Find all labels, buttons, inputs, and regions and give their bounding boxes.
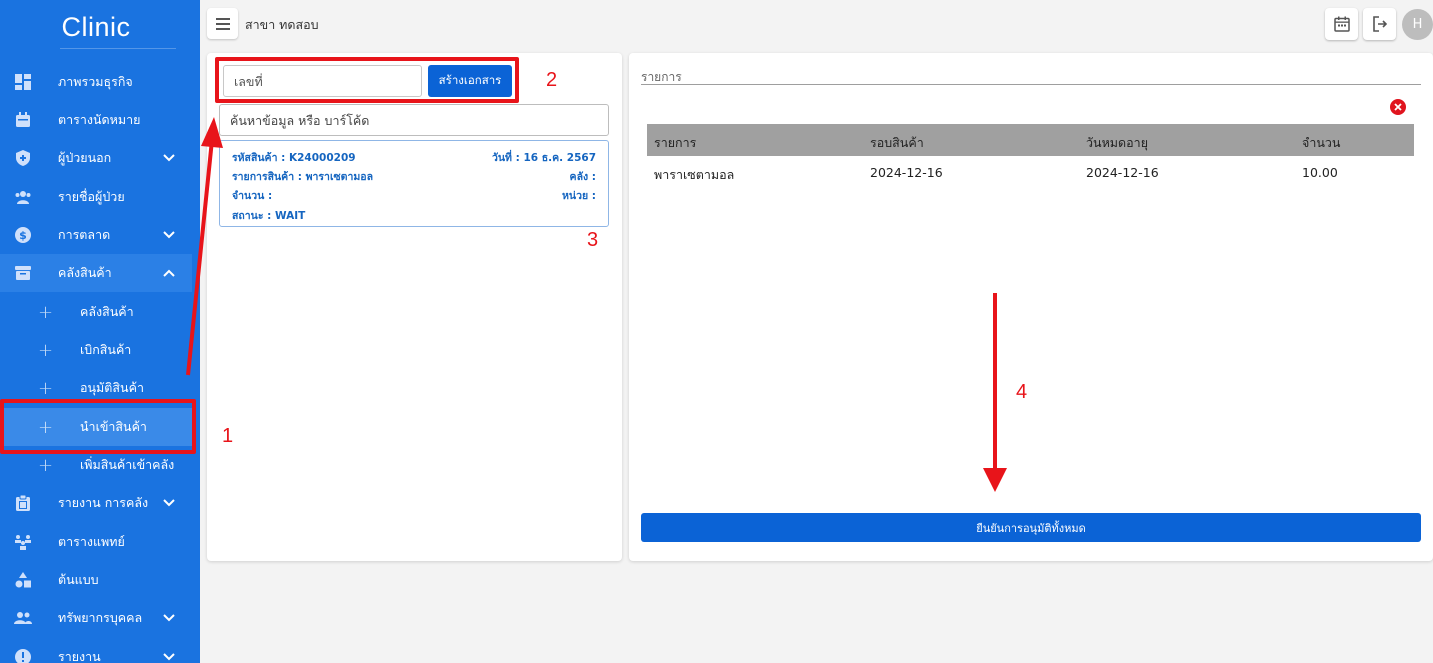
sidebar-item-doctor-schedule[interactable]: ตารางแพทย์ xyxy=(0,523,192,561)
sidebar-subitem-label: คลังสินค้า xyxy=(80,304,134,319)
svg-text:$: $ xyxy=(19,229,27,242)
annotation-number-4: 4 xyxy=(1016,381,1028,403)
sidebar-item-inventory-report[interactable]: รายงาน การคลัง xyxy=(0,484,192,522)
plus-icon: + xyxy=(38,454,54,476)
product-code: รหัสสินค้า : K24000209 xyxy=(232,152,356,164)
shapes-icon xyxy=(14,571,32,589)
archive-icon xyxy=(14,264,32,282)
sidebar-item-dashboard[interactable]: ภาพรวมธุรกิจ xyxy=(0,63,192,101)
annotation-number-1: 1 xyxy=(222,425,234,447)
sidebar-item-reports[interactable]: รายงาน xyxy=(0,638,192,663)
chevron-down-icon xyxy=(163,154,175,162)
brand-divider xyxy=(60,48,176,49)
product-name: รายการสินค้า : พาราเซตามอล xyxy=(232,171,374,183)
sidebar-item-patient-list[interactable]: รายชื่อผู้ป่วย xyxy=(0,178,192,216)
calendar-icon xyxy=(14,111,32,129)
sidebar-item-label: ทรัพยากรบุคคล xyxy=(58,610,143,625)
table-header-cell: จำนวน xyxy=(1302,135,1341,150)
search-input[interactable] xyxy=(219,104,609,136)
table-header-cell: รายการ xyxy=(654,135,697,150)
brand-title: Clinic xyxy=(61,12,131,42)
plus-icon: + xyxy=(38,377,54,399)
calendar-icon xyxy=(1333,16,1350,32)
product-quantity: จำนวน : xyxy=(232,190,273,202)
product-unit: หน่วย : xyxy=(561,190,596,202)
chevron-up-icon xyxy=(163,269,175,277)
sidebar-subitem-label: เบิกสินค้า xyxy=(80,342,132,357)
table-cell: 10.00 xyxy=(1302,165,1338,180)
sidebar-subitem-label: เพิ่มสินค้าเข้าคลัง xyxy=(80,457,175,472)
sidebar-item-label: ต้นแบบ xyxy=(58,572,99,587)
sidebar-item-inventory[interactable]: คลังสินค้า xyxy=(0,254,192,292)
table-cell: พาราเซตามอล xyxy=(654,167,735,182)
chevron-down-icon xyxy=(163,231,175,239)
product-warehouse: คลัง : xyxy=(569,171,596,183)
dashboard-icon xyxy=(14,73,32,91)
sidebar-item-label: รายงาน การคลัง xyxy=(58,495,149,510)
sidebar-item-label: การตลาด xyxy=(58,227,111,242)
table-header-cell: รอบสินค้า xyxy=(870,135,924,150)
avatar[interactable]: H xyxy=(1402,9,1433,40)
chevron-down-icon xyxy=(163,653,175,661)
shield-icon xyxy=(14,149,32,167)
product-card[interactable]: รหัสสินค้า : K24000209 วันที่ : 16 ธ.ค. … xyxy=(219,140,609,227)
table-cell: 2024-12-16 xyxy=(1086,165,1159,180)
table-header: รายการ รอบสินค้า วันหมดอายุ จำนวน xyxy=(647,124,1414,156)
logout-icon xyxy=(1372,16,1387,32)
annotation-box-import xyxy=(0,399,196,454)
chevron-down-icon xyxy=(163,614,175,622)
plus-icon: + xyxy=(38,301,54,323)
sidebar-item-outpatient[interactable]: ผู้ป่วยนอก xyxy=(0,139,192,177)
sidebar-subitem-inventory[interactable]: + คลังสินค้า xyxy=(0,293,192,331)
sidebar-item-label: ภาพรวมธุรกิจ xyxy=(58,74,133,89)
logout-button[interactable] xyxy=(1363,8,1396,40)
sidebar-item-label: ผู้ป่วยนอก xyxy=(58,150,112,165)
doctor-icon xyxy=(14,533,32,551)
branch-name: สาขา ทดสอบ xyxy=(245,17,319,32)
confirm-approve-all-button[interactable]: ยืนยันการอนุมัติทั้งหมด xyxy=(641,513,1421,542)
product-date: วันที่ : 16 ธ.ค. 2567 xyxy=(491,152,596,164)
sidebar-subitem-withdraw[interactable]: + เบิกสินค้า xyxy=(0,331,192,369)
plus-icon: + xyxy=(38,339,54,361)
annotation-number-3: 3 xyxy=(587,229,599,251)
items-section-divider xyxy=(641,84,1421,85)
sidebar: Clinic ภาพรวมธุรกิจ ตารางนัดหมาย ผู้ป่วย… xyxy=(0,0,200,663)
dollar-icon: $ xyxy=(14,226,32,244)
sidebar-item-label: รายชื่อผู้ป่วย xyxy=(58,189,125,204)
hamburger-icon xyxy=(215,17,230,30)
sidebar-item-label: ตารางนัดหมาย xyxy=(58,112,141,127)
sidebar-item-label: ตารางแพทย์ xyxy=(58,534,125,549)
menu-toggle-button[interactable] xyxy=(207,8,238,39)
annotation-number-2: 2 xyxy=(546,69,558,91)
clipboard-icon xyxy=(14,494,32,512)
product-status: สถานะ : WAIT xyxy=(232,210,306,222)
sidebar-item-label: คลังสินค้า xyxy=(58,265,112,280)
people-icon xyxy=(14,188,32,206)
chevron-down-icon xyxy=(163,499,175,507)
sidebar-subitem-label: อนุมัติสินค้า xyxy=(80,380,144,395)
table-header-cell: วันหมดอายุ xyxy=(1086,135,1149,150)
annotation-box-create xyxy=(215,57,519,103)
table-cell: 2024-12-16 xyxy=(870,165,943,180)
sidebar-item-templates[interactable]: ต้นแบบ xyxy=(0,561,192,599)
info-icon xyxy=(14,648,32,663)
sidebar-item-hr[interactable]: ทรัพยากรบุคคล xyxy=(0,599,192,637)
close-icon[interactable] xyxy=(1390,99,1406,115)
sidebar-item-appointments[interactable]: ตารางนัดหมาย xyxy=(0,101,192,139)
group-icon xyxy=(14,609,32,627)
sidebar-item-marketing[interactable]: $ การตลาด xyxy=(0,216,192,254)
sidebar-item-label: รายงาน xyxy=(58,649,101,663)
calendar-button[interactable] xyxy=(1325,8,1358,40)
